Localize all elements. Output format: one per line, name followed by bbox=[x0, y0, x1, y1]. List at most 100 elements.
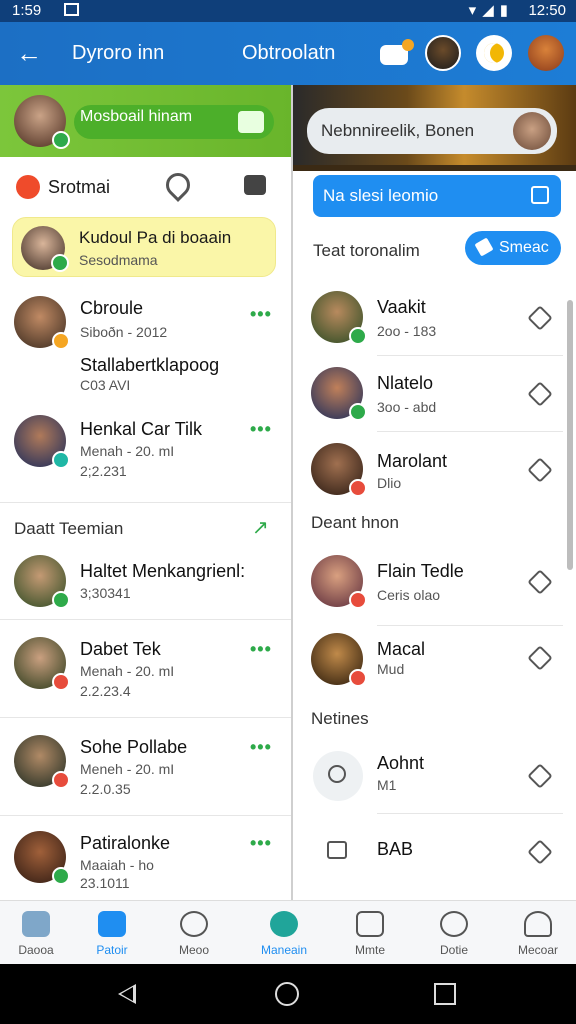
divider bbox=[377, 431, 563, 432]
list-item[interactable]: Cbroule Siboðn - 2012 ••• bbox=[0, 290, 291, 354]
section-title: Netines bbox=[311, 709, 369, 728]
message-icon[interactable] bbox=[327, 841, 347, 859]
smeac-button[interactable]: Smeac bbox=[465, 231, 561, 265]
banner-pill[interactable]: Nebnnireelik, Bonen bbox=[307, 108, 557, 154]
system-back-icon[interactable] bbox=[118, 984, 136, 1004]
compose-icon[interactable] bbox=[238, 111, 264, 133]
right-panel: Nebnnireelik, Bonen Na slesi leomio Teat… bbox=[291, 85, 576, 900]
nav-item-profile[interactable]: Mecoar bbox=[502, 901, 574, 965]
list-item[interactable]: Flain Tedle Ceris olao bbox=[293, 547, 563, 626]
list-item[interactable]: Aohnt M1 bbox=[293, 741, 563, 814]
new-message-label: Na slesi leomio bbox=[323, 186, 439, 205]
nav-item-star[interactable]: Dotie bbox=[418, 901, 490, 965]
location-pin-icon[interactable] bbox=[161, 168, 195, 202]
avatar bbox=[311, 555, 367, 609]
search-button[interactable] bbox=[313, 751, 363, 801]
chat-name: Stallabertklapoog bbox=[80, 355, 220, 375]
system-home-icon[interactable] bbox=[275, 982, 299, 1006]
nav-item-chat[interactable]: Meoo bbox=[158, 901, 230, 965]
contact-name: Nlatelo bbox=[377, 373, 434, 393]
chat-name: Haltet Menkangrienl: bbox=[80, 561, 246, 581]
more-dots-icon[interactable]: ••• bbox=[250, 737, 272, 758]
list-item[interactable]: Marolant Dlio bbox=[293, 437, 563, 507]
action-icon[interactable] bbox=[527, 305, 553, 331]
nav-item-home[interactable]: Daooa bbox=[0, 901, 72, 965]
more-dots-icon[interactable]: ••• bbox=[250, 833, 272, 854]
chat-name: Kudoul Pa di boaain bbox=[79, 228, 232, 247]
list-item[interactable]: Sohe Pollabe Meneh - 20. mI 2.2.0.35 ••• bbox=[0, 731, 291, 811]
heart-icon[interactable] bbox=[527, 763, 553, 789]
contact-sub: Dlio bbox=[377, 475, 402, 491]
list-item[interactable]: BAB bbox=[293, 819, 563, 889]
chat-name: Henkal Car Tilk bbox=[80, 419, 203, 439]
highlighted-chat[interactable]: Kudoul Pa di boaain Sesodmama bbox=[12, 217, 276, 277]
divider bbox=[377, 813, 563, 814]
action-icon[interactable] bbox=[527, 645, 553, 671]
left-panel: Mosboail hinam Srotmai Kudoul Pa di boaa… bbox=[0, 85, 291, 900]
action-icon[interactable] bbox=[527, 569, 553, 595]
list-item[interactable]: Stallabertklapoog C03 AVI bbox=[0, 353, 291, 403]
list-item[interactable]: Vaakit 2oo - 183 bbox=[293, 285, 563, 356]
avatar-top-3[interactable] bbox=[528, 35, 564, 71]
contact-sub: Mud bbox=[377, 661, 405, 677]
search-icon bbox=[328, 765, 346, 783]
heart-icon[interactable] bbox=[527, 839, 553, 865]
contact-name: BAB bbox=[377, 839, 414, 859]
nav-label: Meoo bbox=[178, 943, 210, 957]
contact-name: Macal bbox=[377, 639, 426, 659]
new-message-button[interactable]: Na slesi leomio bbox=[313, 175, 561, 217]
more-dots-icon[interactable]: ••• bbox=[250, 639, 272, 660]
bell-icon bbox=[270, 911, 298, 937]
scrollbar[interactable] bbox=[567, 300, 573, 570]
chat-name: Dabet Tek bbox=[80, 639, 161, 659]
trending-icon[interactable]: ↗ bbox=[252, 515, 269, 540]
more-dots-icon[interactable]: ••• bbox=[250, 419, 272, 440]
nav-item-list[interactable]: Mmte bbox=[334, 901, 406, 965]
chat-sub2: 2.2.23.4 bbox=[80, 683, 131, 699]
contact-name: Vaakit bbox=[377, 297, 426, 317]
nav-label: Mecoar bbox=[517, 943, 558, 957]
avatar bbox=[311, 367, 367, 421]
more-dots-icon[interactable]: ••• bbox=[250, 304, 272, 325]
chat-bubble-icon[interactable] bbox=[378, 35, 414, 71]
status-bar: 1:59 ▾◢▮ 12:50 bbox=[0, 0, 576, 22]
list-item[interactable]: Haltet Menkangrienl: 3;30341 bbox=[0, 553, 291, 619]
list-item[interactable]: Dabet Tek Menah - 20. mI 2.2.23.4 ••• bbox=[0, 633, 291, 713]
list-item[interactable]: Henkal Car Tilk Menah - 20. mI 2;2.231 •… bbox=[0, 411, 291, 491]
banner-avatar bbox=[513, 112, 551, 150]
profile-icon bbox=[524, 911, 552, 937]
list-item[interactable]: Patiralonke Maaiah - ho 23.1011 ••• bbox=[0, 827, 291, 901]
avatar bbox=[21, 226, 69, 272]
profile-avatar[interactable] bbox=[14, 95, 70, 149]
avatar-top-1[interactable] bbox=[425, 35, 461, 71]
chat-sub: Menah - 20. mI bbox=[80, 663, 175, 679]
list-item[interactable]: Macal Mud bbox=[293, 631, 563, 701]
chat-sub: Sesodmama bbox=[79, 252, 158, 268]
chat-name: Cbroule bbox=[80, 298, 144, 318]
status-time-right: 12:50 bbox=[528, 2, 566, 19]
contact-sub: M1 bbox=[377, 777, 397, 793]
nav-item-house[interactable]: Patoir bbox=[76, 901, 148, 965]
nav-label: Maneain bbox=[260, 943, 308, 957]
system-recents-icon[interactable] bbox=[434, 983, 456, 1005]
moon-icon[interactable] bbox=[476, 35, 512, 71]
action-icon[interactable] bbox=[527, 381, 553, 407]
avatar bbox=[14, 637, 70, 691]
back-arrow-icon[interactable]: ← bbox=[16, 38, 42, 69]
contact-name: Aohnt bbox=[377, 753, 425, 773]
chat-sub2: 2.2.0.35 bbox=[80, 781, 131, 797]
smeac-label: Smeac bbox=[499, 239, 549, 256]
nav-label: Daooa bbox=[18, 943, 54, 957]
list-item[interactable]: Nlatelo 3oo - abd bbox=[293, 361, 563, 432]
status-pill[interactable]: Mosboail hinam bbox=[74, 105, 274, 139]
action-icon[interactable] bbox=[527, 457, 553, 483]
contact-name: Marolant bbox=[377, 451, 448, 471]
avatar bbox=[14, 296, 70, 350]
chat-sub: C03 AVI bbox=[80, 377, 131, 393]
banner-strip bbox=[293, 165, 576, 171]
section-label: Teat toronalim bbox=[313, 241, 420, 260]
contact-sub: Ceris olao bbox=[377, 587, 441, 603]
nav-label: Dotie bbox=[439, 943, 468, 957]
tag-icon[interactable] bbox=[244, 175, 266, 195]
nav-item-bell[interactable]: Maneain bbox=[248, 901, 320, 965]
